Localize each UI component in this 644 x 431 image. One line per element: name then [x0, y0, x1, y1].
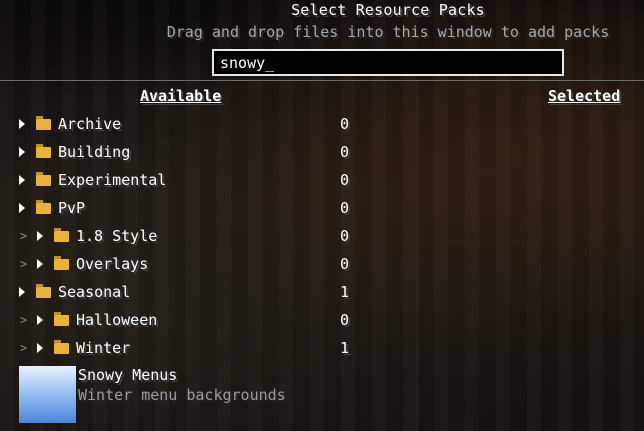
folder-icon: [36, 115, 51, 130]
nested-marker-icon: >: [20, 341, 28, 355]
chevron-right-icon[interactable]: [37, 231, 43, 241]
available-header: Available: [140, 87, 222, 105]
folder-pack-count: 1: [340, 339, 350, 357]
folder-label: Overlays: [76, 255, 149, 273]
folder-pack-count: 0: [340, 311, 350, 329]
folder-pack-count: 0: [340, 171, 350, 189]
chevron-right-icon[interactable]: [19, 287, 25, 297]
folder-label: PvP: [58, 199, 86, 217]
chevron-right-icon[interactable]: [37, 343, 43, 353]
chevron-right-icon[interactable]: [19, 119, 25, 129]
screen-title: Select Resource Packs: [291, 1, 485, 19]
nested-marker-icon: >: [20, 257, 28, 271]
folder-pack-count: 0: [340, 255, 350, 273]
folder-icon: [36, 143, 51, 158]
folder-label: Archive: [58, 115, 122, 133]
folder-label: Winter: [76, 339, 131, 357]
folder-pack-count: 0: [340, 115, 350, 133]
folder-row[interactable]: Seasonal 1: [0, 278, 417, 306]
folder-label: Experimental: [58, 171, 167, 189]
folder-row[interactable]: Experimental 0: [0, 166, 417, 194]
folder-row[interactable]: PvP 0: [0, 194, 417, 222]
folder-icon: [54, 311, 69, 326]
chevron-right-icon[interactable]: [19, 175, 25, 185]
folder-icon: [36, 171, 51, 186]
chevron-right-icon[interactable]: [19, 203, 25, 213]
pack-entry-snowy-menus[interactable]: Snowy Menus Winter menu backgrounds: [19, 366, 417, 423]
folder-pack-count: 0: [340, 199, 350, 217]
folder-label: Building: [58, 143, 131, 161]
folder-pack-count: 0: [340, 143, 350, 161]
folder-pack-count: 0: [340, 227, 350, 245]
selected-header: Selected: [548, 87, 621, 105]
search-box[interactable]: [212, 49, 564, 76]
folder-icon: [36, 283, 51, 298]
search-input[interactable]: [220, 52, 550, 73]
chevron-right-icon[interactable]: [19, 147, 25, 157]
folder-row[interactable]: > Winter 1: [0, 334, 417, 362]
drag-drop-hint: Drag and drop files into this window to …: [166, 23, 610, 41]
folder-row[interactable]: Archive 0: [0, 110, 417, 138]
folder-row[interactable]: > Overlays 0: [0, 250, 417, 278]
pack-description: Winter menu backgrounds: [78, 386, 286, 404]
folder-label: 1.8 Style: [76, 227, 158, 245]
column-divider: [417, 81, 418, 431]
folder-icon: [54, 227, 69, 242]
folder-row[interactable]: Building 0: [0, 138, 417, 166]
header-divider: [0, 80, 644, 81]
folder-icon: [54, 339, 69, 354]
chevron-right-icon[interactable]: [37, 259, 43, 269]
folder-label: Halloween: [76, 311, 158, 329]
folder-row[interactable]: >1.8 Style 0: [0, 222, 417, 250]
folder-label: Seasonal: [58, 283, 131, 301]
folder-icon: [54, 255, 69, 270]
nested-marker-icon: >: [20, 313, 28, 327]
folder-pack-count: 1: [340, 283, 350, 301]
resource-pack-screen: Select Resource Packs Drag and drop file…: [0, 0, 644, 431]
pack-name: Snowy Menus: [78, 366, 178, 384]
nested-marker-icon: >: [20, 229, 28, 243]
chevron-right-icon[interactable]: [37, 315, 43, 325]
folder-icon: [36, 199, 51, 214]
folder-row[interactable]: > Halloween 0: [0, 306, 417, 334]
pack-thumbnail: [19, 366, 76, 423]
available-list: Archive 0 Building 0 Experimental 0 PvP 0 >1.8 S…: [0, 110, 417, 362]
